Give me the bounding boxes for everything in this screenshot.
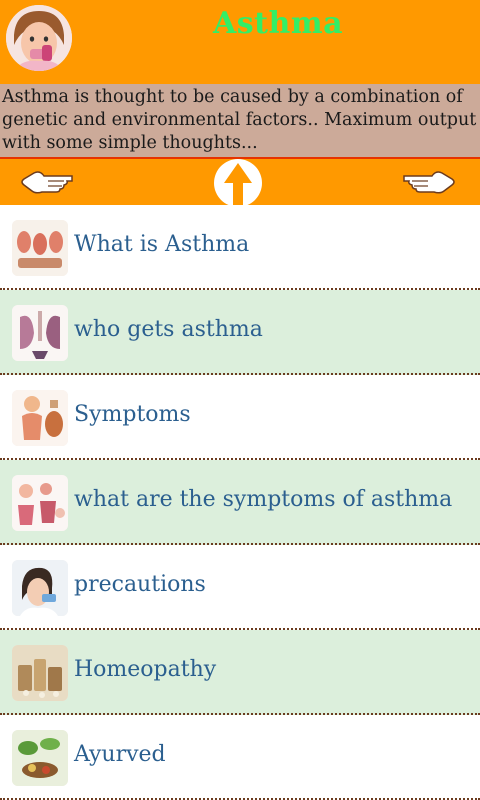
homeopathy-remedies-icon bbox=[12, 645, 68, 701]
list-item-label: Symptoms bbox=[74, 402, 191, 427]
list-item[interactable]: What is Asthma bbox=[0, 205, 480, 290]
lungs-illustration-icon bbox=[12, 305, 68, 361]
list-item[interactable]: Ayurved bbox=[0, 715, 480, 800]
app-header: Asthma bbox=[0, 0, 480, 84]
description-banner: Asthma is thought to be caused by a comb… bbox=[0, 84, 480, 158]
navigation-bar bbox=[0, 157, 480, 207]
app-title: Asthma bbox=[212, 6, 344, 41]
lungs-diagram-icon bbox=[12, 220, 68, 276]
list-item[interactable]: Homeopathy bbox=[0, 630, 480, 715]
list-item-label: who gets asthma bbox=[74, 317, 263, 342]
woman-inhaler-icon bbox=[12, 560, 68, 616]
pointing-hand-right-icon[interactable] bbox=[402, 167, 458, 197]
list-item-label: Homeopathy bbox=[74, 657, 217, 682]
list-item-label: What is Asthma bbox=[74, 232, 250, 257]
list-item[interactable]: who gets asthma bbox=[0, 290, 480, 375]
description-text: Asthma is thought to be caused by a comb… bbox=[2, 87, 477, 153]
ayurveda-herbs-icon bbox=[12, 730, 68, 786]
list-item[interactable]: precautions bbox=[0, 545, 480, 630]
list-item-label: what are the symptoms of asthma bbox=[74, 487, 453, 512]
list-item-label: precautions bbox=[74, 572, 206, 597]
pointing-hand-left-icon[interactable] bbox=[18, 167, 74, 197]
up-arrow-icon[interactable] bbox=[212, 157, 264, 207]
list-item[interactable]: what are the symptoms of asthma bbox=[0, 460, 480, 545]
list-item-label: Ayurved bbox=[74, 742, 166, 767]
respiratory-diagram-icon bbox=[12, 390, 68, 446]
symptoms-diagram-icon bbox=[12, 475, 68, 531]
list-item[interactable]: Symptoms bbox=[0, 375, 480, 460]
topic-list: What is Asthma who gets asthma Symptoms … bbox=[0, 205, 480, 800]
